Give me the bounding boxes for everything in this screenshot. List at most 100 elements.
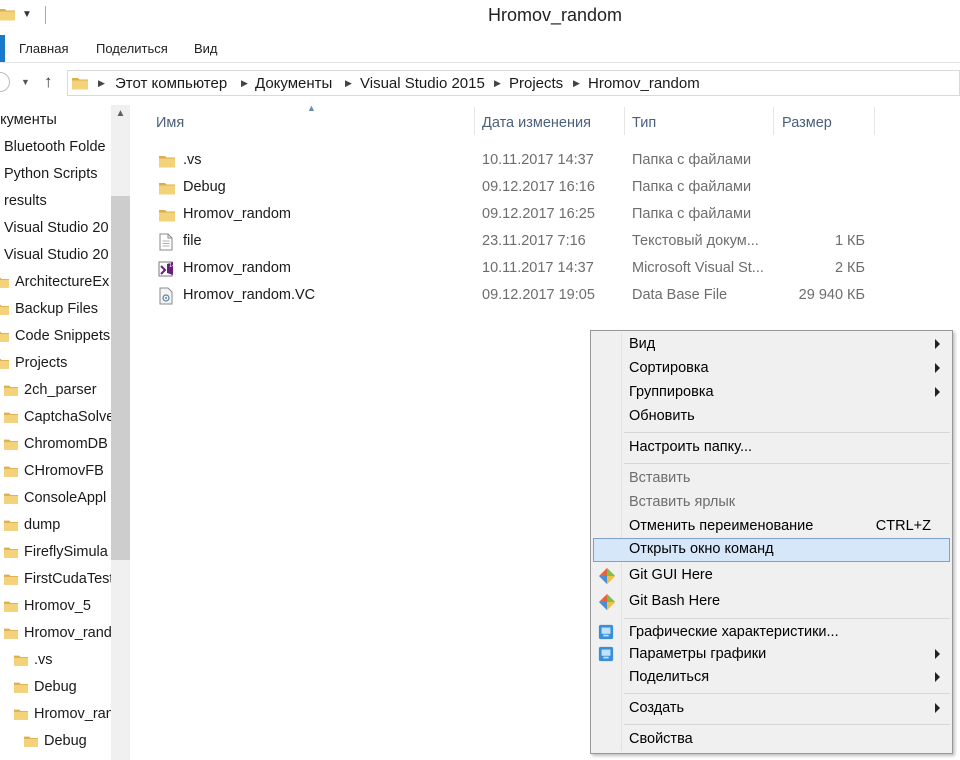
chevron-right-icon[interactable]: ▶ [573,78,580,89]
menu-item-git-bash[interactable]: Git Bash Here [593,590,950,614]
menu-item-group[interactable]: Группировка [593,381,950,405]
forward-button[interactable] [0,72,10,92]
nav-item-dump[interactable]: dump [3,512,60,539]
menu-separator [624,618,950,619]
nav-item-bluetooth-folder[interactable]: Bluetooth Folde [4,134,106,161]
column-header-size[interactable]: Размер [782,115,832,131]
menu-item-new[interactable]: Создать [593,697,950,721]
chevron-right-icon[interactable]: ▶ [494,78,501,89]
menu-item-open-command-window[interactable]: Открыть окно команд [593,538,950,562]
nav-item-label: Hromov_ran [34,706,114,722]
file-row[interactable]: Debug 09.12.2017 16:16 Папка с файлами [131,175,960,202]
nav-item-chromovfb[interactable]: CHromovFB [3,458,104,485]
column-divider[interactable] [474,107,475,135]
tab-view[interactable]: Вид [194,41,218,56]
folder-icon [0,275,10,289]
breadcrumb-visual-studio[interactable]: Visual Studio 2015 [360,75,485,92]
menu-item-undo-rename[interactable]: Отменить переименование CTRL+Z [593,515,950,539]
nav-item-results[interactable]: results [4,188,47,215]
file-row[interactable]: Hromov_random.VC 09.12.2017 19:05 Data B… [131,283,960,310]
file-name: Hromov_random [183,206,291,222]
menu-item-label: Открыть окно команд [629,541,774,557]
menu-item-sort[interactable]: Сортировка [593,357,950,381]
scroll-up-arrow-icon[interactable]: ▲ [111,108,130,119]
nav-item-hromov-5[interactable]: Hromov_5 [3,593,91,620]
folder-icon [13,680,29,694]
file-row[interactable]: Hromov_random 09.12.2017 16:25 Папка с ф… [131,202,960,229]
file-tab[interactable] [0,35,5,62]
file-row[interactable]: .vs 10.11.2017 14:37 Папка с файлами [131,148,960,175]
menu-item-refresh[interactable]: Обновить [593,405,950,429]
nav-item-python-scripts[interactable]: Python Scripts [4,161,98,188]
nav-item-visual-studio-b[interactable]: Visual Studio 20 [4,242,109,269]
nav-item-label: Debug [44,733,87,749]
nav-item-documents[interactable]: окументы [0,107,57,134]
up-arrow-icon[interactable]: ↑ [44,72,53,92]
tab-share[interactable]: Поделиться [96,41,168,56]
folder-icon [3,383,19,397]
nav-item-projects[interactable]: Projects [0,350,67,377]
window-title: Hromov_random [487,5,623,25]
nav-item-firefly-simulator[interactable]: FireflySimula [3,539,108,566]
folder-icon [3,518,19,532]
nav-item-label: Debug [34,679,77,695]
file-type: Папка с файлами [632,206,752,222]
navigation-bar: ▼ ↑ ▶ Этот компьютер ▶ Документы ▶ Visua… [0,65,960,103]
menu-item-label: Обновить [629,408,695,424]
menu-item-label: Git Bash Here [629,593,721,609]
nav-item-hromov-random-sub[interactable]: Hromov_ran [13,701,114,728]
file-type: Папка с файлами [632,152,752,168]
nav-item-visual-studio-a[interactable]: Visual Studio 20 [4,215,109,242]
chevron-right-icon[interactable]: ▶ [241,78,248,89]
tab-home[interactable]: Главная [19,41,68,56]
breadcrumb-current-folder[interactable]: Hromov_random [588,75,700,92]
file-row[interactable]: Hromov_random 10.11.2017 14:37 Microsoft… [131,256,960,283]
menu-item-paste: Вставить [593,467,950,491]
folder-icon [3,626,19,640]
column-divider[interactable] [874,107,875,135]
nav-item-debug[interactable]: Debug [13,674,77,701]
folder-icon [71,75,89,91]
folder-icon [23,734,39,748]
nav-item-first-cuda-test[interactable]: FirstCudaTest [3,566,113,593]
chevron-right-icon[interactable]: ▶ [98,78,105,89]
nav-item-hromov-random[interactable]: Hromov_rand [3,620,112,647]
nav-item-console-app[interactable]: ConsoleAppl [3,485,106,512]
nav-item-vs[interactable]: .vs [13,647,53,674]
menu-item-git-gui[interactable]: Git GUI Here [593,564,950,588]
breadcrumb-projects[interactable]: Projects [509,75,563,92]
nav-item-captcha-solver[interactable]: CaptchaSolve [3,404,114,431]
menu-item-view[interactable]: Вид [593,333,950,357]
column-header-type[interactable]: Тип [632,115,656,131]
address-bar[interactable]: ▶ Этот компьютер ▶ Документы ▶ Visual St… [67,70,960,96]
file-row[interactable]: file 23.11.2017 7:16 Текстовый докум... … [131,229,960,256]
breadcrumb-this-pc[interactable]: Этот компьютер [115,75,227,92]
menu-item-properties[interactable]: Свойства [593,728,950,752]
file-name: .vs [183,152,202,168]
nav-scrollbar-thumb[interactable] [111,196,130,560]
intel-graphics-icon [598,624,614,640]
nav-item-chromomdb[interactable]: ChromomDB [3,431,108,458]
column-header-name[interactable]: Имя [156,115,184,131]
recent-locations-dropdown-icon[interactable]: ▼ [21,77,30,87]
nav-item-label: CHromovFB [24,463,104,479]
menu-item-graphics-options[interactable]: Параметры графики [593,643,950,667]
menu-item-label: Параметры графики [629,646,767,662]
menu-item-customize-folder[interactable]: Настроить папку... [593,436,950,460]
nav-item-2ch-parser[interactable]: 2ch_parser [3,377,97,404]
folder-icon [158,153,176,169]
nav-item-debug-sub[interactable]: Debug [23,728,87,755]
column-header-date[interactable]: Дата изменения [482,115,591,131]
column-divider[interactable] [624,107,625,135]
nav-item-label: ArchitectureEx [15,274,110,290]
menu-item-share[interactable]: Поделиться [593,666,950,690]
nav-item-backup-files[interactable]: Backup Files [0,296,98,323]
breadcrumb-documents[interactable]: Документы [255,75,332,92]
menu-item-graphics-properties[interactable]: Графические характеристики... [593,621,950,645]
nav-item-architecture[interactable]: ArchitectureEx [0,269,109,296]
file-date: 10.11.2017 14:37 [482,260,594,276]
column-divider[interactable] [773,107,774,135]
file-date: 09.12.2017 16:25 [482,206,595,222]
nav-item-code-snippets[interactable]: Code Snippets [0,323,110,350]
chevron-right-icon[interactable]: ▶ [345,78,352,89]
